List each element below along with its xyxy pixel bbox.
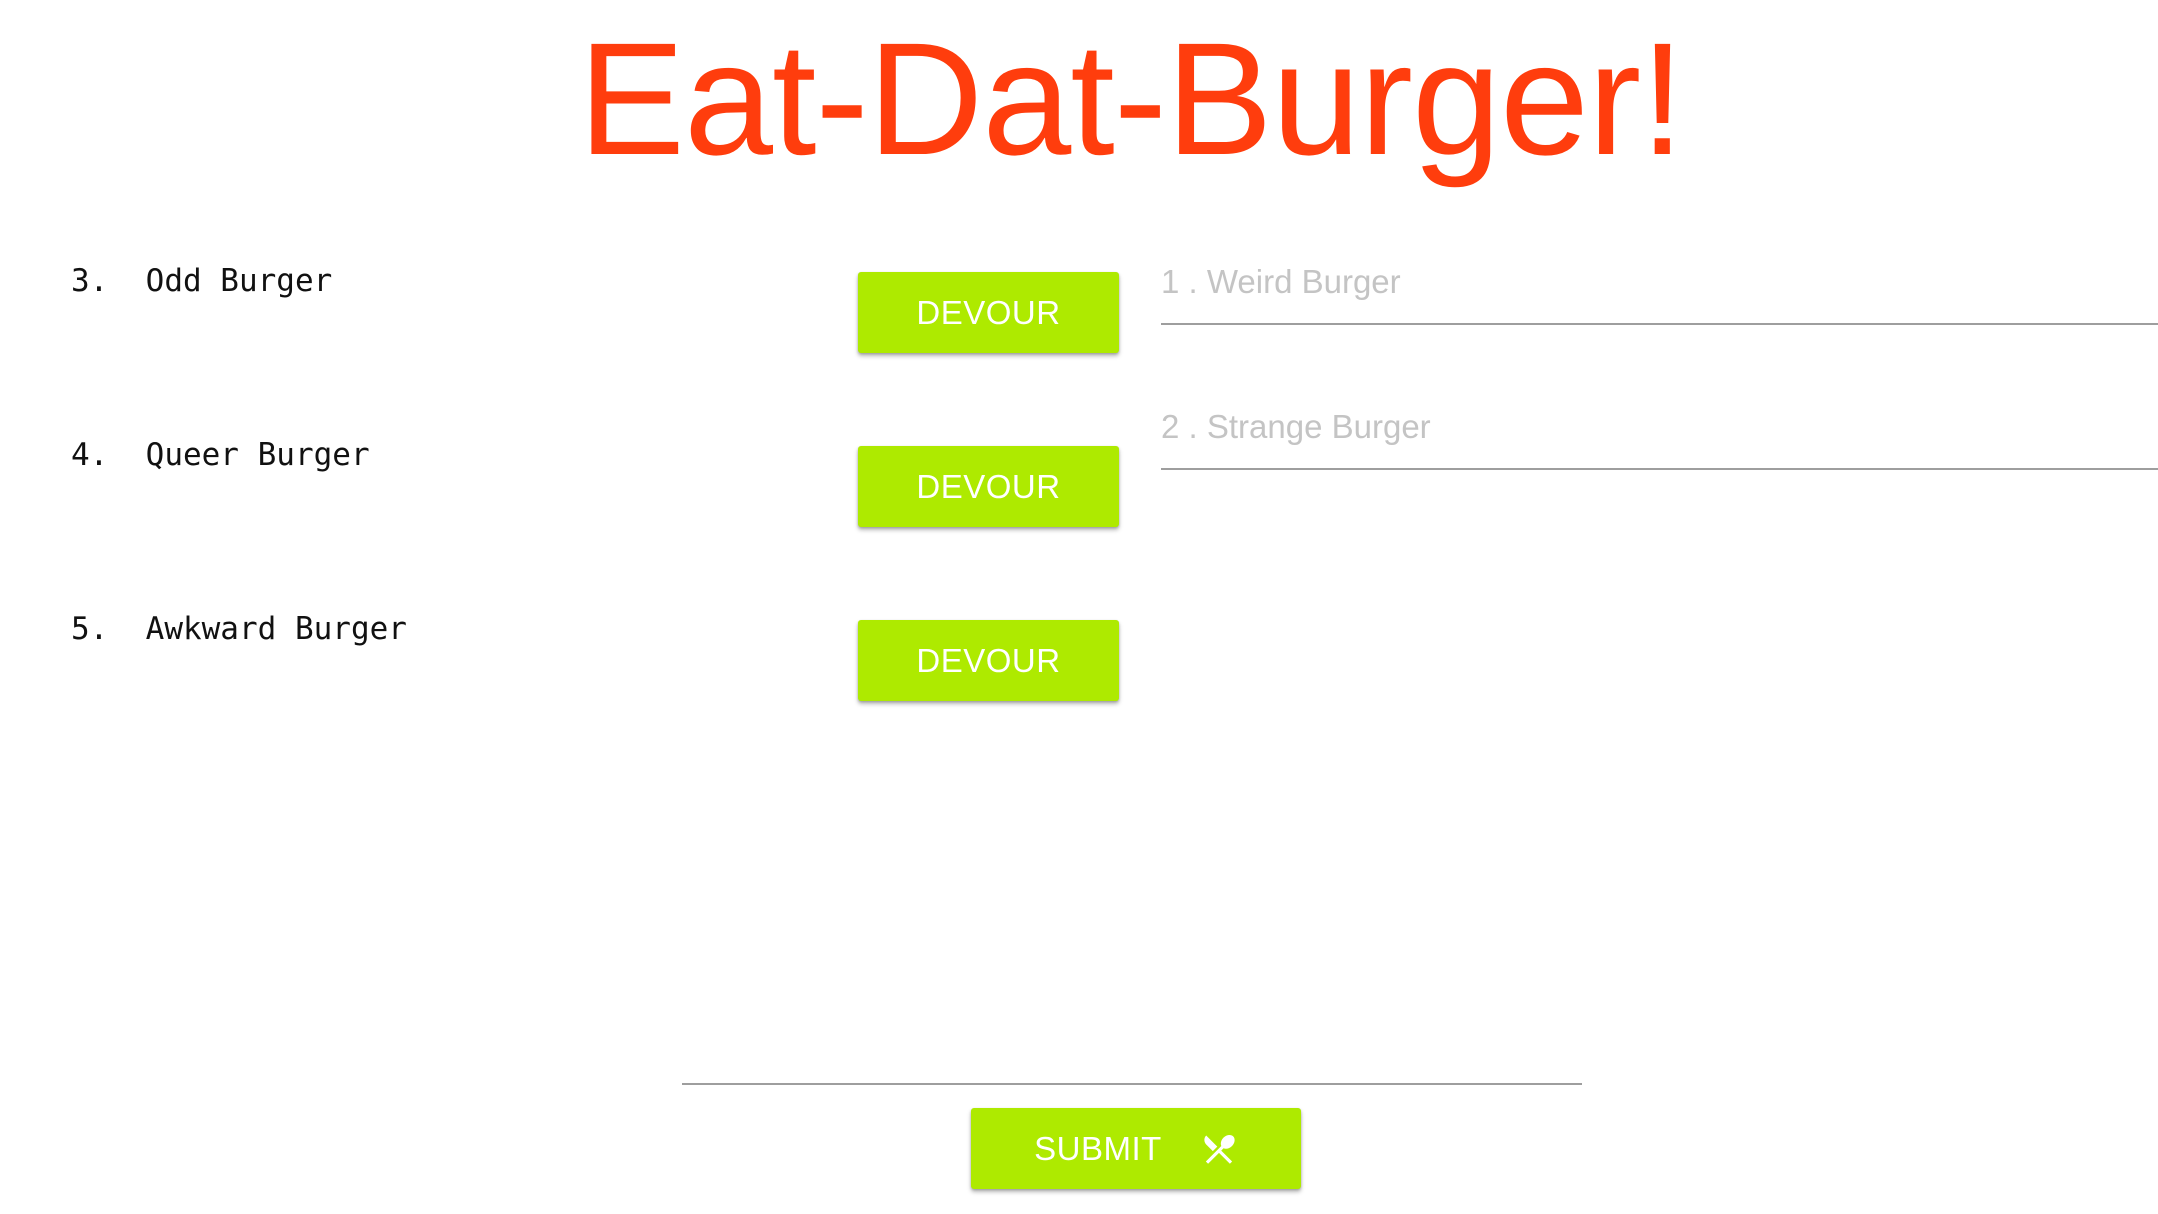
page-title: Eat-Dat-Burger! [578,9,1684,188]
burger-name-4: 4. Queer Burger [71,437,370,473]
eaten-item-1: 1 . Weird Burger [1161,255,2158,325]
devour-button-4[interactable]: DEVOUR [858,446,1119,527]
devour-button-3[interactable]: DEVOUR [858,272,1119,353]
eaten-item-label: 1 . Weird Burger [1161,263,1401,300]
eaten-item-label: 2 . Strange Burger [1161,408,1431,445]
eaten-item-2: 2 . Strange Burger [1161,400,2158,470]
devour-button-5[interactable]: DEVOUR [858,620,1119,701]
submit-button[interactable]: SUBMIT [971,1108,1301,1189]
submit-button-label: SUBMIT [1034,1129,1162,1167]
page: Eat-Dat-Burger! 3. Odd Burger DEVOUR 4. … [0,0,2158,1214]
burger-name-5: 5. Awkward Burger [71,611,407,647]
burger-name-3: 3. Odd Burger [71,263,333,299]
burger-name-input[interactable] [682,1073,1582,1085]
utensils-crossed-icon [1200,1130,1238,1168]
